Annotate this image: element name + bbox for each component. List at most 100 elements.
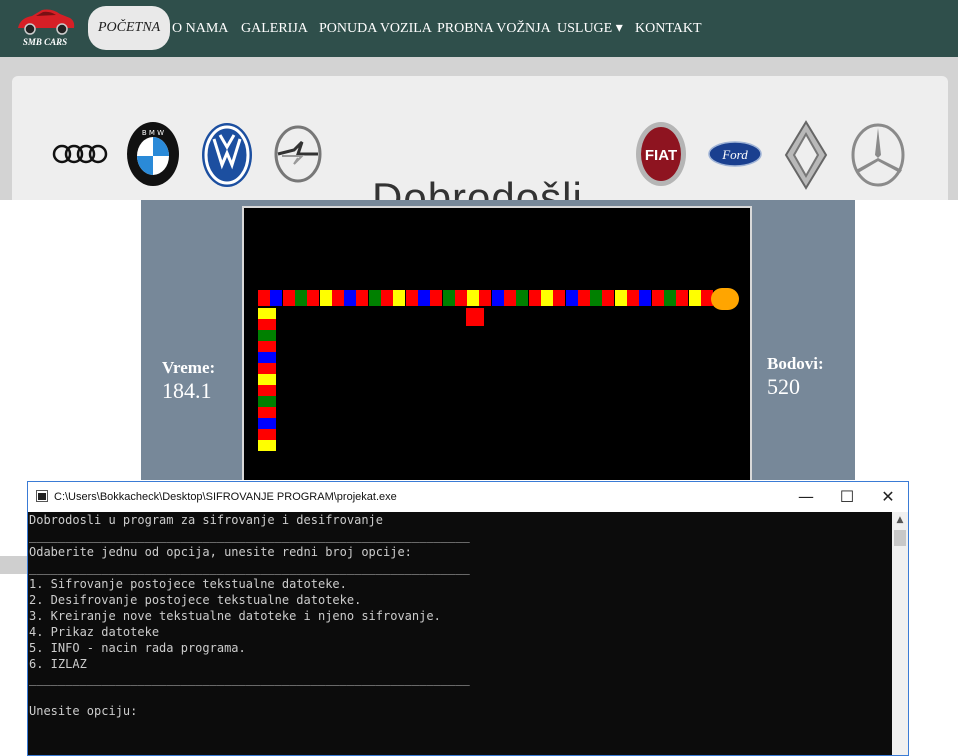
console-scrollbar[interactable]: ▲ [892,512,908,755]
console-output[interactable]: Dobrodosli u program za sifrovanje i des… [28,512,892,755]
snake-segment [320,290,332,306]
snake-head [711,288,739,310]
snake-segment [566,290,578,306]
renault-logo-icon[interactable] [784,120,828,190]
fiat-logo-icon[interactable]: FIAT [634,120,688,188]
top-navbar: SMB CARS POČETNA O NAMA GALERIJA PONUDA … [0,0,958,57]
console-line: 2. Desifrovanje postojece tekstualne dat… [29,593,362,607]
console-line: 3. Kreiranje nove tekstualne datoteke i … [29,609,441,623]
snake-segment [578,290,590,306]
nav-ponuda-vozila[interactable]: PONUDA VOZILA [319,0,432,57]
snake-segment [270,290,282,306]
snake-segment [258,330,276,341]
snake-segment [369,290,381,306]
console-line: ________________________________________… [29,529,470,543]
snake-segment [356,290,368,306]
console-app-icon [36,490,48,502]
snake-segment [492,290,504,306]
snake-segment [430,290,442,306]
snake-segment [676,290,688,306]
nav-galerija[interactable]: GALERIJA [241,0,308,57]
snake-game-canvas[interactable] [242,206,752,480]
maximize-button[interactable]: ☐ [827,482,867,512]
console-line: Odaberite jednu od opcija, unesite redni… [29,545,412,559]
snake-segment [258,440,276,451]
snake-food [466,308,484,326]
nav-o-nama[interactable]: O NAMA [172,0,228,57]
scroll-thumb[interactable] [894,530,906,546]
snake-segment [504,290,516,306]
snake-segment [258,429,276,440]
console-line: 6. IZLAZ [29,657,87,671]
snake-segment [418,290,430,306]
snake-segment [516,290,528,306]
snake-segment [258,341,276,352]
opel-logo-icon[interactable] [272,124,324,184]
snake-segment [615,290,627,306]
smb-cars-logo[interactable]: SMB CARS [12,4,78,52]
volkswagen-logo-icon[interactable] [200,121,254,189]
snake-segment [639,290,651,306]
ford-logo-icon[interactable]: Ford [708,141,762,167]
snake-segment [258,385,276,396]
console-line: ________________________________________… [29,561,470,575]
time-label: Vreme: [162,358,216,377]
snake-segment [283,290,295,306]
snake-segment [258,407,276,418]
snake-segment [295,290,307,306]
nav-probna-voznja[interactable]: PROBNA VOŽNJA [437,0,551,57]
snake-segment [381,290,393,306]
time-value: 184.1 [162,378,212,403]
fiat-text: FIAT [645,147,677,164]
snake-segment [529,290,541,306]
mercedes-logo-icon[interactable] [850,122,906,188]
console-titlebar[interactable]: C:\Users\Bokkacheck\Desktop\SIFROVANJE P… [28,482,908,512]
snake-segment [307,290,319,306]
snake-segment [258,396,276,407]
snake-segment [664,290,676,306]
logo-text: SMB CARS [22,37,68,47]
snake-segment [258,308,276,319]
nav-pocetna[interactable]: POČETNA [88,6,171,50]
svg-text:B M W: B M W [142,129,164,137]
snake-segment [258,352,276,363]
snake-segment [590,290,602,306]
minimize-button[interactable]: — [786,482,826,512]
console-window: C:\Users\Bokkacheck\Desktop\SIFROVANJE P… [27,481,909,756]
score-value: 520 [767,374,800,399]
scroll-up-arrow-icon[interactable]: ▲ [892,512,908,528]
ford-text: Ford [721,147,748,162]
snake-segment [258,290,270,306]
nav-usluge-dropdown[interactable]: USLUGE ▾ [557,0,623,57]
snake-segment [541,290,553,306]
brands-panel: Dobrodošli B M W FIAT Ford [12,76,948,200]
console-line: ________________________________________… [29,672,470,686]
page-background-strip [0,556,28,574]
snake-segment [455,290,467,306]
snake-segment [258,363,276,374]
snake-segment [602,290,614,306]
snake-segment [344,290,356,306]
welcome-heading: Dobrodošli [372,174,583,200]
snake-segment [393,290,405,306]
snake-segment [258,418,276,429]
bmw-logo-icon[interactable]: B M W [125,121,181,187]
console-title: C:\Users\Bokkacheck\Desktop\SIFROVANJE P… [54,491,397,503]
nav-kontakt[interactable]: KONTAKT [635,0,702,57]
snake-segment [443,290,455,306]
console-line: 5. INFO - nacin rada programa. [29,641,246,655]
console-prompt: Unesite opciju: [29,704,138,718]
snake-segment [553,290,565,306]
car-icon [18,9,75,35]
snake-segment [258,374,276,385]
close-button[interactable]: ✕ [868,482,908,512]
console-line: 4. Prikaz datoteke [29,625,160,639]
score-label: Bodovi: [767,354,824,373]
snake-segment [406,290,418,306]
snake-segment [467,290,479,306]
snake-segment [258,319,276,330]
snake-segment [332,290,344,306]
audi-logo-icon[interactable] [52,142,108,166]
snake-segment [627,290,639,306]
snake-segment [479,290,491,306]
